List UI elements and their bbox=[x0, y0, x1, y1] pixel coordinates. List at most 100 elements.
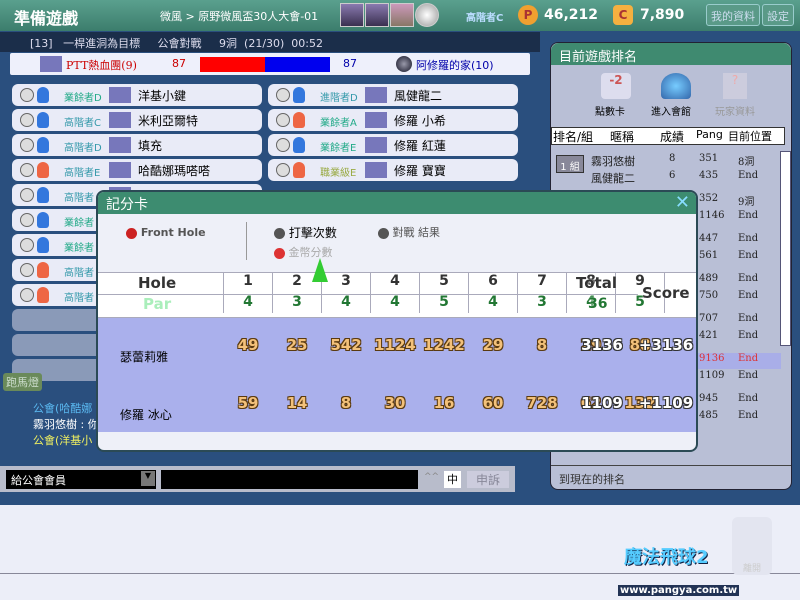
right-team-score: 87 bbox=[343, 57, 357, 70]
male-icon bbox=[37, 87, 49, 103]
ranking-row: 風健龍二 6 435 End bbox=[551, 170, 781, 186]
team-progress-bar bbox=[200, 57, 330, 72]
ime-toggle[interactable]: 中 bbox=[444, 471, 461, 488]
ranking-title: 目前遊戲排名 bbox=[551, 43, 791, 65]
hole-score: 1124 bbox=[374, 336, 416, 354]
hole-score: 542 bbox=[330, 336, 362, 354]
player-row[interactable]: 高階者D 填充 bbox=[12, 134, 262, 156]
player-row[interactable]: 進階者D 風健龍二 bbox=[268, 84, 518, 106]
ready-button[interactable] bbox=[276, 113, 290, 127]
scorecard-dialog: 記分卡 ✕ Front Hole 打擊次數 金幣分數 對戰 結果 Hole Pa… bbox=[96, 190, 698, 452]
ranking-position: End bbox=[738, 393, 759, 404]
close-icon[interactable]: ✕ bbox=[675, 192, 690, 213]
exit-button[interactable]: 離開 bbox=[732, 517, 772, 575]
guild-hall-label[interactable]: 進入會館 bbox=[651, 103, 691, 118]
lower-panel: 離開 魔法飛球2 www.pangya.com.tw bbox=[0, 505, 800, 600]
ranking-position: End bbox=[738, 370, 759, 381]
total-score: 3136 bbox=[581, 336, 623, 354]
hole-score: 1242 bbox=[423, 336, 465, 354]
par-label: Par bbox=[143, 295, 172, 313]
font-size-button[interactable]: ^^ bbox=[424, 472, 439, 482]
ranking-position: End bbox=[738, 353, 759, 364]
ready-button[interactable] bbox=[20, 88, 34, 102]
my-info-button[interactable]: 我的資料 bbox=[706, 4, 760, 26]
hole-column: 64 bbox=[468, 273, 517, 313]
ranking-pang: 945 bbox=[699, 393, 719, 404]
settings-button[interactable]: 設定 bbox=[762, 4, 794, 26]
ready-button[interactable] bbox=[276, 163, 290, 177]
ranking-name: 霧羽悠樹 bbox=[591, 155, 635, 168]
result-option[interactable]: 對戰 結果 bbox=[378, 224, 440, 240]
player-row[interactable]: 高階者E 哈酷娜瑪嗒嗒 bbox=[12, 159, 262, 181]
ranking-scrollbar[interactable] bbox=[780, 151, 791, 346]
guild-yin-yang-icon bbox=[365, 112, 387, 128]
par-total: 36 bbox=[588, 296, 608, 312]
female-icon bbox=[37, 287, 49, 303]
guild-ptt-icon bbox=[109, 162, 131, 178]
avatar-caddie bbox=[365, 3, 389, 27]
col-pang: Pang bbox=[696, 128, 723, 141]
ranking-score: 8 bbox=[669, 153, 676, 164]
ranking-position: End bbox=[738, 273, 759, 284]
player-row[interactable]: 業餘者A 修羅 小希 bbox=[268, 109, 518, 131]
hole-score: 59 bbox=[237, 394, 259, 412]
ranking-position: End bbox=[738, 170, 759, 181]
pangya-url: www.pangya.com.tw bbox=[618, 585, 740, 596]
hole-column: 34 bbox=[321, 273, 370, 313]
result-label: 對戰 結果 bbox=[392, 226, 441, 239]
ready-button[interactable] bbox=[276, 88, 290, 102]
player-row[interactable]: 高階者C 米利亞爾特 bbox=[12, 109, 262, 131]
game-info-bar: [13] 一桿進洞為目標 公會對戰 9洞 (21/30) 00:52 bbox=[0, 32, 540, 52]
score-label: Score bbox=[642, 284, 690, 302]
ranking-pang: 489 bbox=[699, 273, 719, 284]
ready-button[interactable] bbox=[20, 138, 34, 152]
player-name: 洋基小鍵 bbox=[138, 89, 187, 103]
col-nickname: 暱稱 bbox=[610, 130, 635, 144]
cookie-star-icon: C bbox=[613, 5, 633, 25]
strokes-option[interactable]: 打擊次數 bbox=[274, 224, 337, 241]
ready-button[interactable] bbox=[20, 288, 34, 302]
male-icon bbox=[37, 137, 49, 153]
male-icon bbox=[293, 87, 305, 103]
golf-ball-icon bbox=[415, 3, 439, 27]
chat-input[interactable] bbox=[161, 470, 418, 489]
pang-coin-icon: P bbox=[518, 5, 538, 25]
player-name: 米利亞爾特 bbox=[138, 114, 199, 128]
pangya-logo: 魔法飛球2 bbox=[624, 547, 709, 568]
ready-button[interactable] bbox=[20, 238, 34, 252]
player-rank: 高階者 bbox=[64, 193, 94, 204]
ready-button[interactable] bbox=[20, 263, 34, 277]
ready-button[interactable] bbox=[20, 213, 34, 227]
channel-select[interactable]: 給公會會員 ▼ bbox=[6, 470, 156, 489]
ranking-position: End bbox=[738, 290, 759, 301]
player-row[interactable]: 職業級E 修羅 寶寶 bbox=[268, 159, 518, 181]
ready-button[interactable] bbox=[276, 138, 290, 152]
player-info-icon: ? bbox=[723, 73, 747, 99]
ready-button[interactable] bbox=[20, 163, 34, 177]
ranking-pang: 1146 bbox=[699, 210, 725, 221]
hole-column: 55 bbox=[419, 273, 468, 313]
ranking-position: End bbox=[738, 313, 759, 324]
guild-hall-icon[interactable] bbox=[661, 73, 691, 99]
hole-number: 3 bbox=[341, 273, 351, 289]
breadcrumb: 微風 > 原野微風盃30人大會-01 bbox=[160, 10, 319, 23]
point-card-icon[interactable]: -2 bbox=[601, 73, 631, 99]
front-hole-option[interactable]: Front Hole bbox=[126, 226, 206, 239]
score-rows: 瑟蕾莉雅 49 25 542 1124 1242 29 8 29 88 3136 +3136 修羅 冰心… bbox=[98, 318, 696, 432]
team-score-bar: PTT熱血團(9) 87 87 阿修羅的家(10) bbox=[10, 53, 530, 75]
chevron-down-icon[interactable]: ▼ bbox=[141, 471, 155, 486]
player-row[interactable]: 業餘者E 修羅 紅蓮 bbox=[268, 134, 518, 156]
hole-score: 8 bbox=[340, 394, 352, 412]
ready-button[interactable] bbox=[20, 113, 34, 127]
point-card-label[interactable]: 點數卡 bbox=[595, 103, 625, 118]
player-rank: 高階者D bbox=[64, 143, 102, 154]
hole-score: 16 bbox=[433, 394, 455, 412]
guild-yin-yang-icon bbox=[365, 87, 387, 103]
ready-button[interactable] bbox=[20, 188, 34, 202]
male-icon bbox=[37, 212, 49, 228]
divider bbox=[551, 465, 791, 466]
report-button[interactable]: 申訴 bbox=[467, 471, 509, 488]
player-row[interactable]: 業餘者D 洋基小鍵 bbox=[12, 84, 262, 106]
par-value: 4 bbox=[341, 294, 351, 310]
male-icon bbox=[293, 137, 305, 153]
